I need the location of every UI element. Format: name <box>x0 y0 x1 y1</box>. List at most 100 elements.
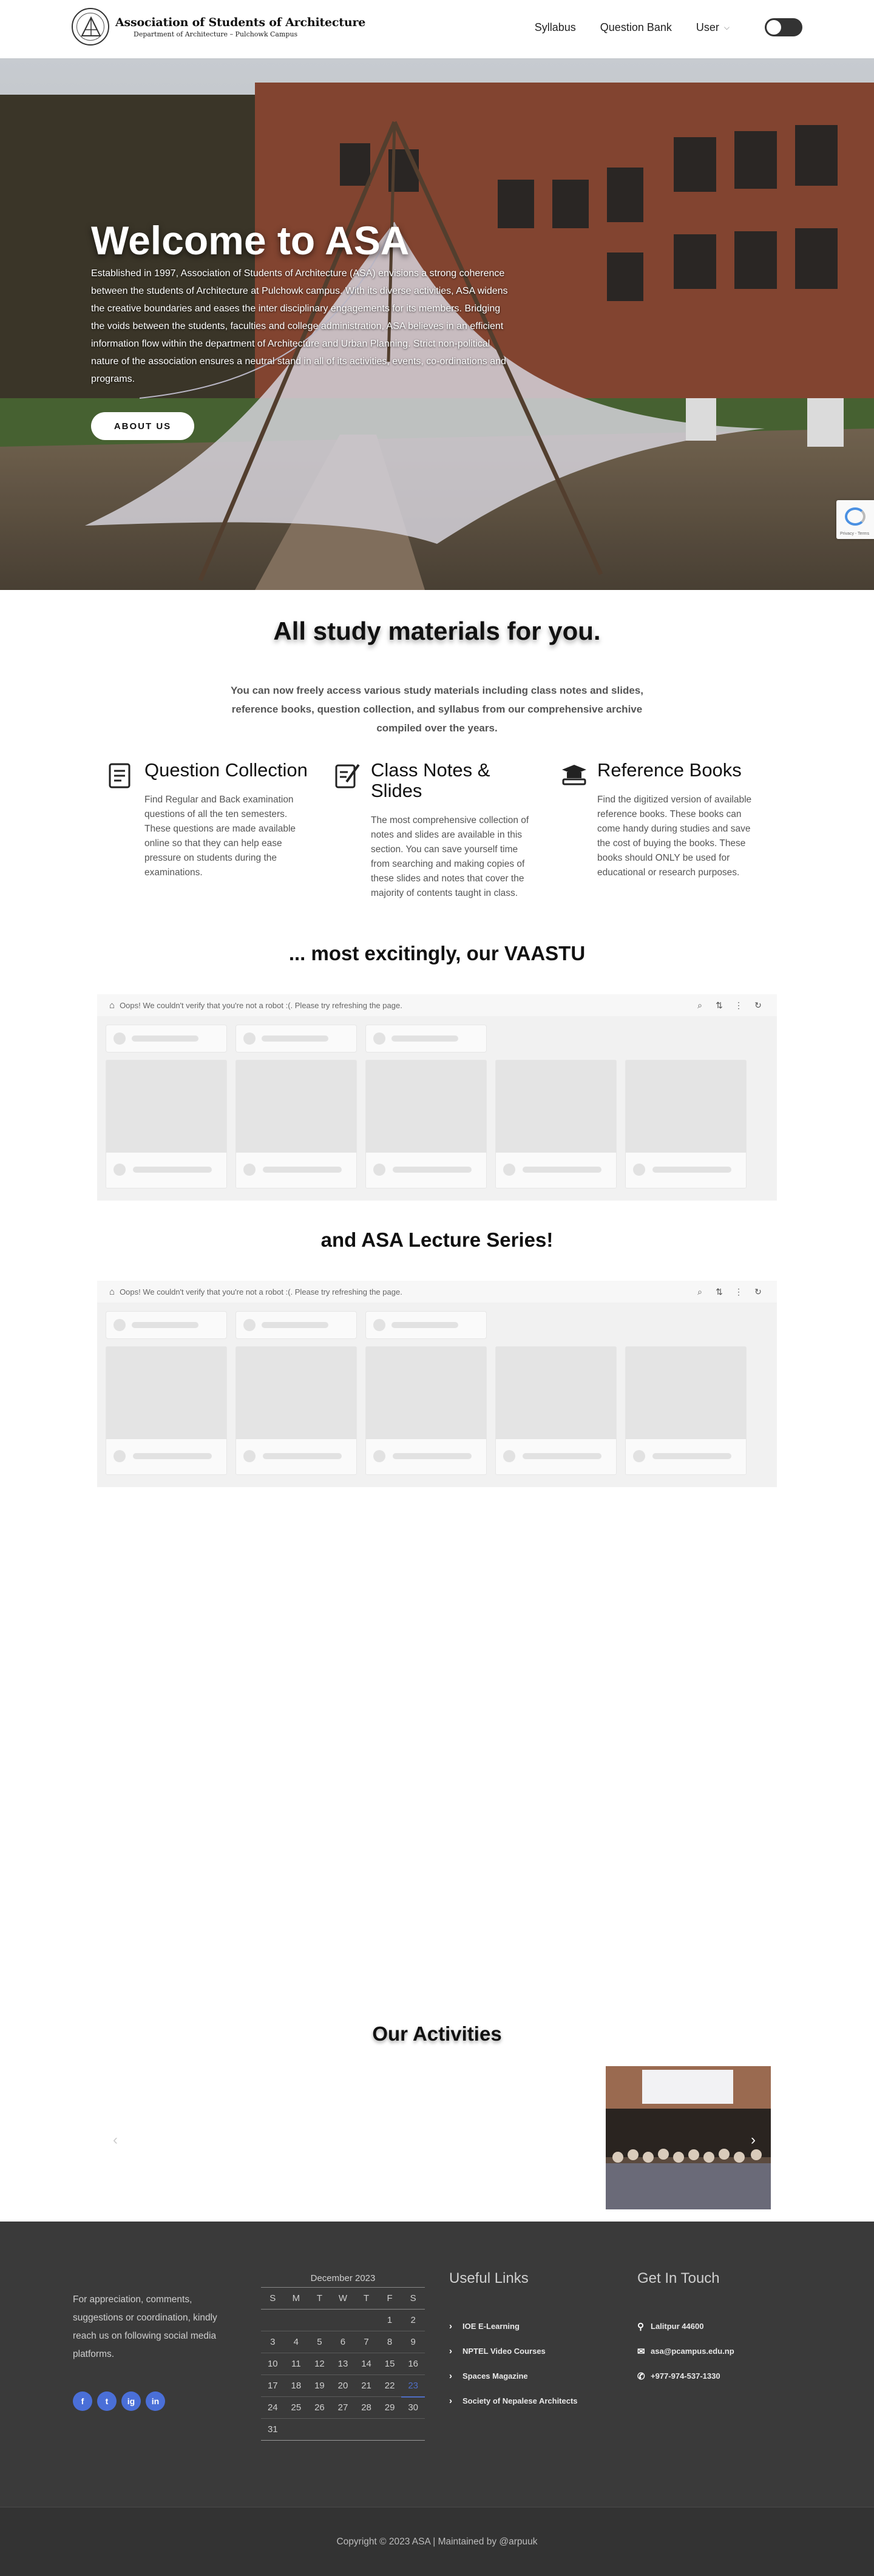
calendar-day: 19 <box>308 2374 331 2397</box>
refresh-icon[interactable]: ↻ <box>753 1000 764 1011</box>
study-section-title: All study materials for you. <box>273 617 601 645</box>
calendar-day: 21 <box>354 2374 378 2397</box>
link-label: Spaces Magazine <box>462 2371 528 2381</box>
loading-chip <box>235 1025 357 1052</box>
embed-error-message: Oops! We couldn't verify that you're not… <box>120 1000 402 1010</box>
more-options-icon[interactable]: ⋮ <box>733 1286 744 1297</box>
calendar-weekday: F <box>378 2287 402 2310</box>
feature-title: Class Notes & Slides <box>371 759 490 801</box>
calendar-day: 5 <box>308 2331 331 2353</box>
phone-icon: ✆ <box>637 2371 645 2382</box>
calendar-day: 22 <box>378 2374 402 2397</box>
home-icon[interactable]: ⌂ <box>109 1000 115 1011</box>
contact-title: Get In Touch <box>637 2270 720 2286</box>
vaastu-gallery-embed[interactable]: ⌂ Oops! We couldn't verify that you're n… <box>97 994 777 1201</box>
sort-icon[interactable]: ⇅ <box>714 1000 725 1011</box>
social-links: f t ig in <box>73 2391 170 2411</box>
site-logo[interactable]: Association of Students of Architecture … <box>72 8 365 46</box>
lecture-gallery-embed[interactable]: ⌂ Oops! We couldn't verify that you're n… <box>97 1281 777 1487</box>
calendar-day: 8 <box>378 2331 402 2353</box>
refresh-icon[interactable]: ↻ <box>753 1286 764 1297</box>
contact-email[interactable]: ✉ asa@pcampus.edu.np <box>637 2339 734 2364</box>
carousel-prev-icon[interactable]: ‹ <box>113 2132 118 2149</box>
vaastu-title: ... most excitingly, our VAASTU <box>288 942 586 964</box>
more-options-icon[interactable]: ⋮ <box>733 1000 744 1011</box>
carousel-next-icon[interactable]: › <box>751 2132 756 2149</box>
chevron-down-icon: ⌵ <box>723 22 730 32</box>
sort-icon[interactable]: ⇅ <box>714 1286 725 1297</box>
lecture-series-title: and ASA Lecture Series! <box>320 1229 554 1251</box>
copyright-bar: Copyright © 2023 ASA | Maintained by @ar… <box>0 2507 874 2576</box>
link-sona[interactable]: › Society of Nepalese Architects <box>449 2388 578 2413</box>
hero-description: Established in 1997, Association of Stud… <box>91 268 508 384</box>
calendar-day <box>378 2418 402 2441</box>
feature-title: Reference Books <box>597 759 742 781</box>
calendar-weekday: W <box>331 2287 355 2310</box>
loading-chip <box>235 1311 357 1339</box>
calendar-day: 17 <box>261 2374 285 2397</box>
nav-question-bank[interactable]: Question Bank <box>600 21 672 34</box>
calendar-day: 6 <box>331 2331 355 2353</box>
calendar-day <box>354 2309 378 2331</box>
question-collection-icon <box>108 762 132 793</box>
calendar-caption: December 2023 <box>310 2273 376 2283</box>
search-icon[interactable]: ⌕ <box>694 1000 705 1011</box>
embed-toolbar: ⌂ Oops! We couldn't verify that you're n… <box>97 994 777 1016</box>
chevron-right-icon: › <box>449 2321 452 2331</box>
calendar-day: 16 <box>401 2353 425 2375</box>
contact-info: Get In Touch ⚲ Lalitpur 44600 ✉ asa@pcampu… <box>637 2270 734 2388</box>
nav-user-menu[interactable]: User ⌵ <box>696 21 730 34</box>
calendar-day: 13 <box>331 2353 355 2375</box>
contact-location: ⚲ Lalitpur 44600 <box>637 2314 734 2339</box>
recaptcha-badge[interactable]: Privacy - Terms <box>836 500 874 539</box>
calendar-day: 30 <box>401 2396 425 2419</box>
useful-links-title: Useful Links <box>449 2270 529 2286</box>
contact-email-text: asa@pcampus.edu.np <box>651 2347 734 2356</box>
calendar-weekday: T <box>354 2287 378 2310</box>
link-ioe-elearning[interactable]: › IOE E-Learning <box>449 2314 578 2339</box>
instagram-icon[interactable]: ig <box>121 2391 141 2411</box>
linkedin-icon[interactable]: in <box>146 2391 165 2411</box>
hero-title: Welcome to ASA <box>91 218 410 263</box>
calendar-day <box>261 2309 285 2331</box>
location-pin-icon: ⚲ <box>637 2321 644 2332</box>
facebook-icon[interactable]: f <box>73 2391 92 2411</box>
feature-question-collection[interactable]: Question Collection Find Regular and Bac… <box>108 760 314 880</box>
embed-error-message: Oops! We couldn't verify that you're not… <box>120 1287 402 1296</box>
activities-title: Our Activities <box>372 2022 502 2045</box>
search-icon[interactable]: ⌕ <box>694 1286 705 1297</box>
link-label: Society of Nepalese Architects <box>462 2396 578 2405</box>
calendar-day: 12 <box>308 2353 331 2375</box>
contact-phone[interactable]: ✆ +977-974-537-1330 <box>637 2364 734 2388</box>
activity-photo[interactable] <box>606 2066 771 2209</box>
nav-syllabus[interactable]: Syllabus <box>535 21 576 34</box>
calendar-day: 29 <box>378 2396 402 2419</box>
site-header: Association of Students of Architecture … <box>0 0 874 58</box>
loading-chip <box>365 1025 487 1052</box>
calendar-day: 10 <box>261 2353 285 2375</box>
calendar-day: 28 <box>354 2396 378 2419</box>
chevron-right-icon: › <box>449 2371 452 2381</box>
logo-title: Association of Students of Architecture <box>115 15 366 29</box>
calendar-widget: December 2023 SMTWTFS 1 2 3 4 5 6 7 8 9 10 11 12 13 1… <box>261 2270 425 2441</box>
calendar-day: 24 <box>261 2396 285 2419</box>
twitter-icon[interactable]: t <box>97 2391 117 2411</box>
feature-reference-books[interactable]: Reference Books Find the digitized versi… <box>561 760 767 880</box>
feature-class-notes[interactable]: Class Notes & Slides The most comprehens… <box>334 760 541 901</box>
link-spaces-magazine[interactable]: › Spaces Magazine <box>449 2364 578 2388</box>
calendar-day: 27 <box>331 2396 355 2419</box>
calendar-day: 14 <box>354 2353 378 2375</box>
link-nptel[interactable]: › NPTEL Video Courses <box>449 2339 578 2364</box>
dark-mode-toggle[interactable] <box>765 18 802 36</box>
envelope-icon: ✉ <box>637 2346 645 2357</box>
calendar-weekday: M <box>284 2287 308 2310</box>
link-label: IOE E-Learning <box>462 2322 520 2331</box>
loading-card <box>365 1346 487 1475</box>
loading-card <box>106 1060 227 1188</box>
nav-user-label: User <box>696 21 719 33</box>
about-us-button[interactable]: ABOUT US <box>91 412 194 440</box>
home-icon[interactable]: ⌂ <box>109 1287 115 1297</box>
loading-card <box>495 1346 617 1475</box>
recaptcha-links[interactable]: Privacy - Terms <box>840 532 869 536</box>
loading-chip <box>106 1311 227 1339</box>
